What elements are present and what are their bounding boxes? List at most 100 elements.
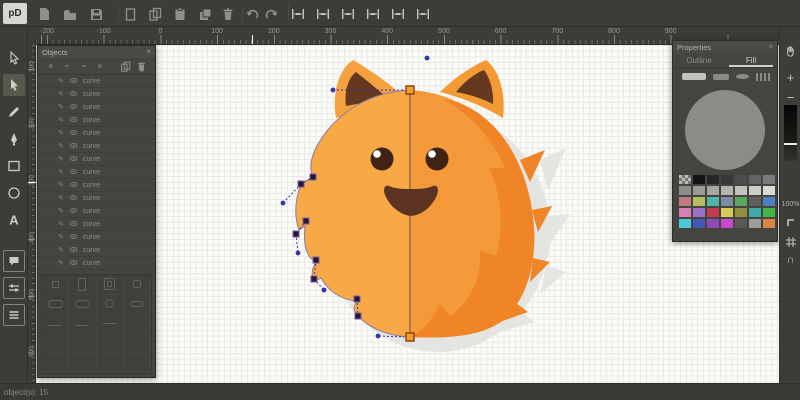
- bezier-handle-dot[interactable]: [330, 87, 336, 93]
- color-swatch[interactable]: [735, 208, 747, 217]
- fill-style-bars[interactable]: [756, 72, 770, 81]
- object-row[interactable]: ✎ curve: [38, 166, 155, 179]
- edit-pencil-icon[interactable]: ✎: [58, 129, 64, 137]
- ellipse-tool[interactable]: [3, 182, 25, 204]
- library-shape-small-square[interactable]: [42, 275, 69, 295]
- object-row[interactable]: ✎ curve: [38, 218, 155, 231]
- color-swatch[interactable]: [721, 197, 733, 206]
- pen-tool[interactable]: [3, 128, 25, 150]
- tab-fill[interactable]: Fill: [725, 53, 777, 67]
- color-swatch[interactable]: [707, 186, 719, 195]
- fill-style-solid-medium[interactable]: [713, 73, 729, 80]
- open-folder-icon[interactable]: [59, 4, 81, 23]
- edit-pencil-icon[interactable]: ✎: [58, 77, 64, 85]
- distribute-vertical-icon[interactable]: [412, 4, 434, 23]
- color-swatch[interactable]: [735, 186, 747, 195]
- object-row[interactable]: ✎ curve: [38, 231, 155, 244]
- raise-to-top-icon[interactable]: «: [44, 60, 59, 73]
- edit-pencil-icon[interactable]: ✎: [58, 246, 64, 254]
- path-anchor-point[interactable]: [292, 230, 300, 238]
- path-anchor-point[interactable]: [302, 217, 310, 225]
- body-left-half[interactable]: [295, 89, 411, 338]
- color-swatch[interactable]: [763, 197, 775, 206]
- path-anchor-point[interactable]: [353, 295, 361, 303]
- lower-to-bottom-icon[interactable]: »: [94, 60, 109, 73]
- library-shape-rounded-square[interactable]: [124, 275, 151, 295]
- edit-pencil-icon[interactable]: ✎: [58, 259, 64, 267]
- close-icon[interactable]: ×: [146, 48, 151, 56]
- edit-pencil-icon[interactable]: ✎: [58, 155, 64, 163]
- bezier-handle-dot[interactable]: [321, 287, 327, 293]
- object-row[interactable]: ✎ curve: [38, 244, 155, 257]
- color-swatch[interactable]: [707, 197, 719, 206]
- edit-pencil-icon[interactable]: ✎: [58, 90, 64, 98]
- edit-pencil-icon[interactable]: ✎: [58, 194, 64, 202]
- library-shape-ring[interactable]: [97, 295, 124, 315]
- save-file-icon[interactable]: [85, 4, 107, 23]
- edit-pencil-icon[interactable]: ✎: [58, 116, 64, 124]
- object-row[interactable]: ✎ curve: [38, 114, 155, 127]
- color-swatch[interactable]: [763, 219, 775, 228]
- color-swatch[interactable]: [693, 186, 705, 195]
- zoom-out-icon[interactable]: −: [782, 89, 799, 106]
- color-swatch[interactable]: [679, 219, 691, 228]
- comment-tool[interactable]: [3, 250, 25, 272]
- close-icon[interactable]: ×: [768, 43, 773, 51]
- bezier-handle-dot[interactable]: [295, 250, 301, 256]
- color-swatch[interactable]: [707, 208, 719, 217]
- distribute-horizontal-icon[interactable]: [337, 4, 359, 23]
- adjust-tool[interactable]: [3, 277, 25, 299]
- visibility-eye-icon[interactable]: [69, 254, 78, 270]
- transparent-swatch[interactable]: [679, 175, 691, 184]
- edit-pencil-icon[interactable]: ✎: [58, 233, 64, 241]
- color-swatch[interactable]: [749, 208, 761, 217]
- color-swatch[interactable]: [735, 197, 747, 206]
- library-shape-small-rect[interactable]: [124, 295, 151, 315]
- library-shape-wide-pill[interactable]: [69, 295, 96, 315]
- edit-pencil-icon[interactable]: ✎: [58, 142, 64, 150]
- library-shape-wide-pill[interactable]: [42, 295, 69, 315]
- color-swatch[interactable]: [679, 208, 691, 217]
- bezier-handle-dot[interactable]: [424, 55, 430, 61]
- trash-icon[interactable]: [217, 4, 239, 23]
- color-swatch[interactable]: [679, 197, 691, 206]
- duplicate-icon[interactable]: [118, 60, 133, 73]
- color-swatch[interactable]: [707, 175, 719, 184]
- distribute-left-icon[interactable]: [387, 4, 409, 23]
- color-swatch[interactable]: [693, 175, 705, 184]
- object-row[interactable]: ✎ curve: [38, 88, 155, 101]
- pan-hand-icon[interactable]: [782, 43, 799, 60]
- library-shape-dash[interactable]: [97, 314, 124, 334]
- path-anchor-point[interactable]: [297, 180, 305, 188]
- library-shape-framed-rect[interactable]: [97, 275, 124, 295]
- color-swatch[interactable]: [721, 186, 733, 195]
- grid-toggle-icon[interactable]: [782, 233, 799, 250]
- select-tool[interactable]: [3, 47, 25, 69]
- duplicate-page-icon[interactable]: [144, 4, 166, 23]
- edit-pencil-icon[interactable]: ✎: [58, 103, 64, 111]
- zoom-in-icon[interactable]: +: [782, 69, 799, 86]
- corner-ruler-icon[interactable]: [782, 213, 799, 230]
- paste-clipboard-icon[interactable]: [169, 4, 191, 23]
- snap-magnet-icon[interactable]: ∩: [782, 251, 799, 268]
- lower-icon[interactable]: ›: [77, 60, 92, 73]
- color-swatch[interactable]: [707, 219, 719, 228]
- direct-select-tool[interactable]: [3, 74, 25, 96]
- edit-pencil-icon[interactable]: ✎: [58, 220, 64, 228]
- library-shape-wave[interactable]: [42, 314, 69, 334]
- clone-stack-icon[interactable]: [194, 4, 216, 23]
- color-swatch[interactable]: [763, 175, 775, 184]
- new-file-icon[interactable]: [33, 4, 55, 23]
- library-shape-tall-rect[interactable]: [69, 275, 96, 295]
- color-swatch[interactable]: [735, 175, 747, 184]
- color-swatch[interactable]: [721, 175, 733, 184]
- color-swatch[interactable]: [721, 208, 733, 217]
- layers-tool[interactable]: [3, 304, 25, 326]
- raise-icon[interactable]: ‹: [61, 60, 76, 73]
- undo-icon[interactable]: [241, 4, 263, 23]
- selected-anchor-point[interactable]: [405, 332, 415, 342]
- object-row[interactable]: ✎ curve: [38, 192, 155, 205]
- bezier-handle-dot[interactable]: [280, 200, 286, 206]
- color-preview-circle[interactable]: [685, 90, 765, 170]
- color-swatch[interactable]: [749, 186, 761, 195]
